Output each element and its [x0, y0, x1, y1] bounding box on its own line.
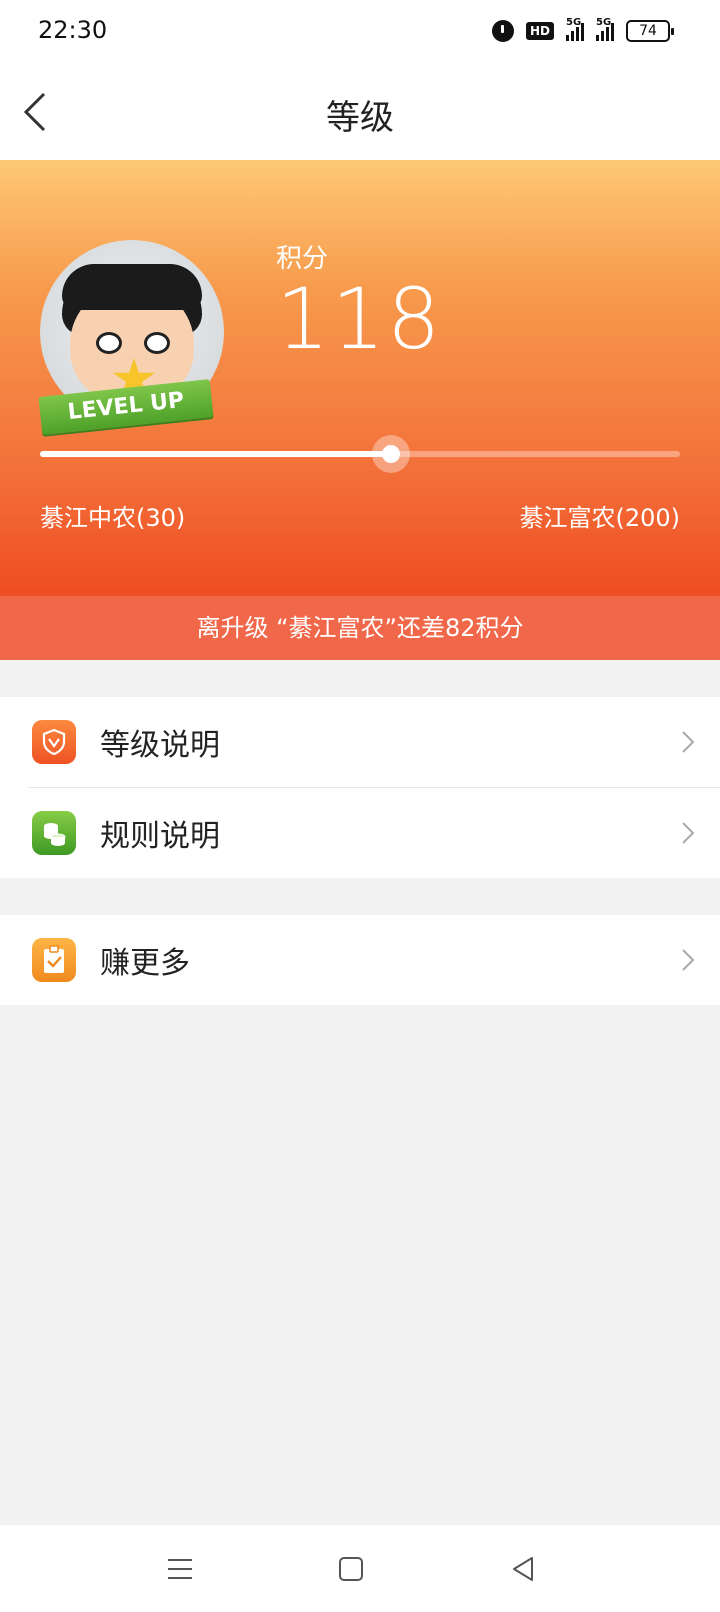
chevron-right-icon [682, 731, 695, 753]
status-icons: HD 5G 5G 74 [491, 17, 674, 42]
menu-item-label: 赚更多 [100, 946, 190, 981]
points-value: 118 [276, 270, 443, 368]
next-level-label: 綦江富农(200) [519, 504, 680, 532]
progress-thumb [381, 445, 400, 463]
menu-item-rules-description[interactable]: 规则说明 [0, 788, 720, 878]
coins-icon [32, 811, 76, 855]
nav-bar: 等级 [0, 64, 720, 160]
menu-group-earn: 赚更多 [0, 915, 720, 1005]
menu-icon[interactable] [162, 1551, 198, 1587]
status-bar: 22:30 HD 5G 5G 74 [0, 0, 720, 64]
progress-fill [40, 451, 391, 457]
chevron-right-icon [682, 822, 695, 844]
page-title: 等级 [326, 98, 394, 138]
chevron-right-icon [682, 949, 695, 971]
battery-icon: 74 [626, 20, 674, 42]
home-icon[interactable] [333, 1551, 369, 1587]
shield-icon [32, 720, 76, 764]
signal-icon-2: 5G [596, 17, 614, 41]
signal-icon: 5G [566, 17, 584, 41]
menu-group-info: 等级说明 规则说明 [0, 697, 720, 878]
menu-item-label: 规则说明 [100, 819, 220, 854]
alarm-icon [491, 20, 514, 42]
menu-item-level-description[interactable]: 等级说明 [0, 697, 720, 787]
upgrade-banner: 离升级 “綦江富农”还差82积分 [0, 596, 720, 660]
hd-icon: HD [525, 22, 554, 40]
menu-item-label: 等级说明 [100, 728, 220, 763]
back-icon[interactable] [506, 1551, 542, 1587]
status-time: 22:30 [38, 16, 108, 44]
level-progress-bar [40, 435, 680, 473]
clipboard-check-icon [32, 938, 76, 982]
system-nav-bar [0, 1524, 720, 1612]
menu-item-earn-more[interactable]: 赚更多 [0, 915, 720, 1005]
current-level-label: 綦江中农(30) [40, 504, 186, 532]
level-hero: LEVEL UP 积分 118 綦江中农(30) 綦江富农(200) [0, 160, 720, 596]
